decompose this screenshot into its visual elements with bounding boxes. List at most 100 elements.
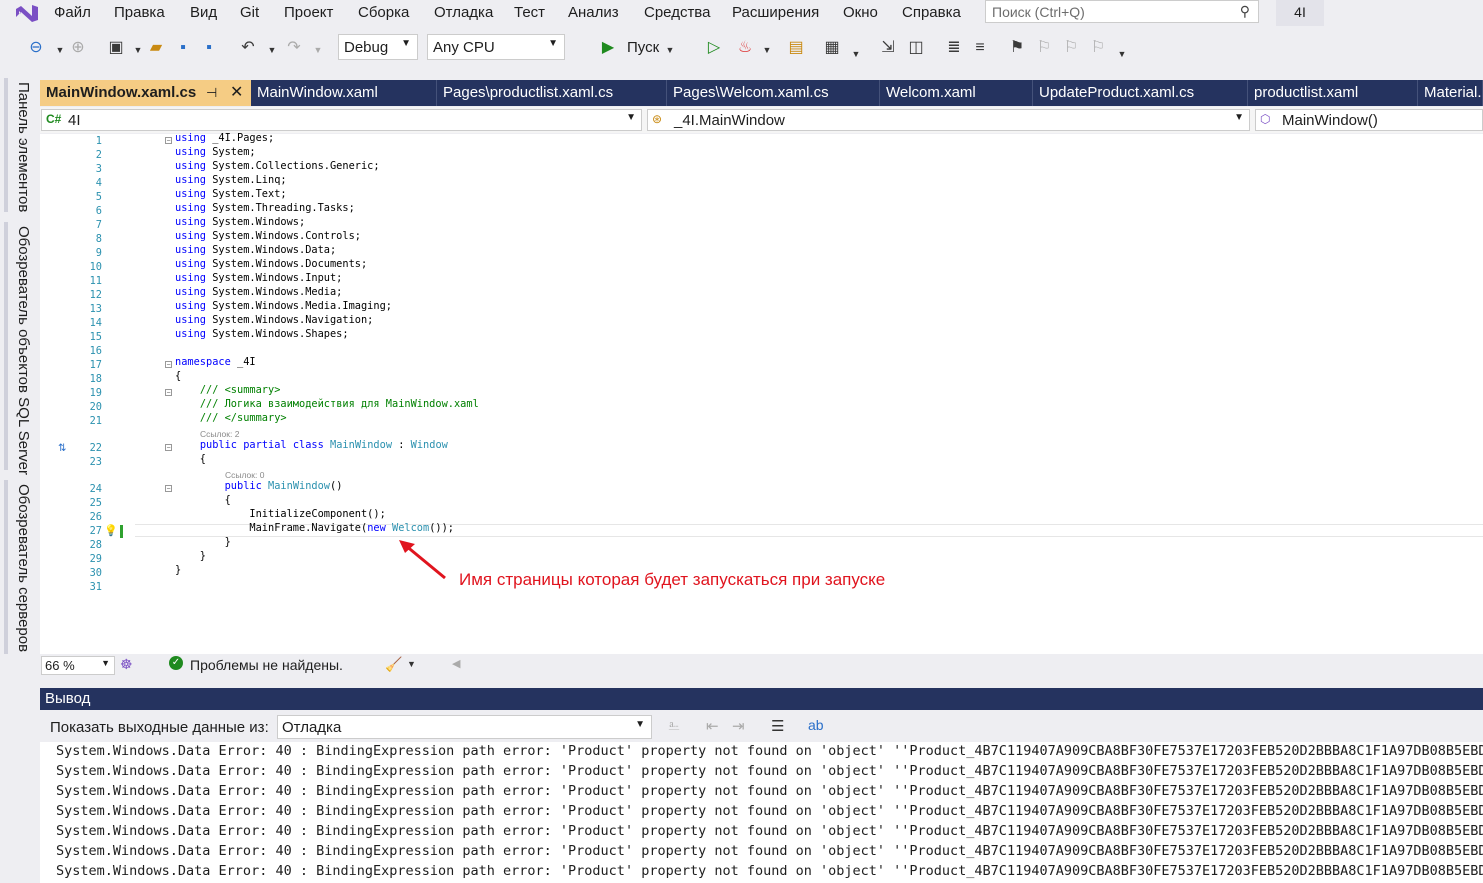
toolbar-overflow-icon[interactable]: ▼ <box>1112 44 1132 64</box>
collapse-icon[interactable]: − <box>165 361 172 369</box>
code-cleanup-icon[interactable]: 🧹 <box>385 656 402 673</box>
code-line[interactable]: using System.Collections.Generic; <box>175 160 380 172</box>
tab-welcom-xaml-cs[interactable]: Pages\Welcom.xaml.cs <box>667 80 880 106</box>
tab-mainwindow-xaml-cs[interactable]: MainWindow.xaml.cs ⊣ ✕ <box>40 80 251 106</box>
save-all-icon[interactable]: ▪ <box>199 38 219 58</box>
indent-icon[interactable]: ≡ <box>970 38 990 58</box>
start-icon[interactable]: ▶ <box>598 38 618 58</box>
tab-updateproduct-xaml-cs[interactable]: UpdateProduct.xaml.cs <box>1033 80 1248 106</box>
references-codelens[interactable]: Ссылок: 0 <box>225 470 264 480</box>
code-line[interactable]: using _4I.Pages; <box>175 132 274 144</box>
code-line[interactable]: using System.Windows.Shapes; <box>175 328 349 340</box>
clear-all-icon[interactable]: ☰ <box>771 717 784 735</box>
code-line[interactable]: using System.Windows.Documents; <box>175 258 367 270</box>
find-message-icon[interactable]: ⎁ <box>668 717 680 734</box>
code-line[interactable]: public MainWindow() <box>175 480 343 492</box>
code-line[interactable]: { <box>175 494 231 506</box>
hot-reload-dropdown-icon[interactable]: ▼ <box>757 40 777 60</box>
step-icon[interactable]: ⇲ <box>878 38 898 58</box>
tab-welcom-xaml[interactable]: Welcom.xaml <box>880 80 1033 106</box>
intellicode-icon[interactable]: ☸ <box>120 656 133 673</box>
code-line[interactable]: public partial class MainWindow : Window <box>175 439 448 451</box>
menu-item[interactable]: Сборка <box>358 4 409 21</box>
menu-item[interactable]: Справка <box>902 4 961 21</box>
word-wrap-icon[interactable]: ab <box>808 717 824 733</box>
new-project-icon[interactable]: ▣ <box>106 38 126 58</box>
tab-material[interactable]: Material. <box>1418 80 1483 106</box>
compare-icon[interactable]: ◫ <box>906 38 926 58</box>
references-codelens[interactable]: Ссылок: 2 <box>200 429 239 439</box>
tab-productlist-xaml-cs[interactable]: Pages\productlist.xaml.cs <box>437 80 667 106</box>
prev-message-icon[interactable]: ⇤ <box>706 717 719 735</box>
next-bookmark-icon[interactable]: ⚐ <box>1061 38 1081 58</box>
bookmark-icon[interactable]: ⚑ <box>1007 38 1027 58</box>
open-folder-icon[interactable]: ▰ <box>146 38 166 58</box>
menu-item[interactable]: Правка <box>114 4 165 21</box>
code-line[interactable]: } <box>175 550 206 562</box>
menu-item[interactable]: Тест <box>514 4 545 21</box>
code-line[interactable]: using System.Windows; <box>175 216 305 228</box>
collapse-icon[interactable]: − <box>165 485 172 493</box>
code-line[interactable]: namespace _4I <box>175 356 256 368</box>
code-line[interactable]: { <box>175 370 181 382</box>
back-icon[interactable]: ⊖ <box>26 38 46 58</box>
collapse-icon[interactable]: − <box>165 137 172 145</box>
output-text[interactable]: System.Windows.Data Error: 40 : BindingE… <box>40 742 1483 883</box>
save-icon[interactable]: ▪ <box>173 38 193 58</box>
redo-icon[interactable]: ↷ <box>284 38 304 58</box>
code-line[interactable]: using System.Text; <box>175 188 287 200</box>
zoom-select[interactable]: 66 % ▼ <box>41 656 115 675</box>
code-line[interactable]: using System.Linq; <box>175 174 287 186</box>
close-icon[interactable]: ✕ <box>230 80 243 106</box>
code-cleanup-dropdown-icon[interactable]: ▼ <box>407 659 416 669</box>
code-line[interactable]: /// </summary> <box>175 412 287 424</box>
platform-select[interactable]: Any CPU ▼ <box>427 34 565 60</box>
folder-view-icon[interactable]: ▤ <box>786 38 806 58</box>
search-input[interactable]: Поиск (Ctrl+Q) ⚲ <box>985 0 1259 23</box>
class-select[interactable]: ⊛ _4I.MainWindow ▼ <box>647 109 1250 131</box>
menu-item[interactable]: Расширения <box>732 4 819 21</box>
server-explorer-tab[interactable]: Обозреватель серверов <box>4 480 34 654</box>
hot-reload-icon[interactable]: ♨ <box>735 38 755 58</box>
start-without-debug-icon[interactable]: ▷ <box>704 38 724 58</box>
menu-item[interactable]: Анализ <box>568 4 619 21</box>
tab-productlist-xaml[interactable]: productlist.xaml <box>1248 80 1418 106</box>
code-line[interactable]: using System.Windows.Input; <box>175 272 342 284</box>
implementation-marker-icon[interactable]: ⇅ <box>58 443 66 454</box>
code-line[interactable]: InitializeComponent(); <box>175 508 385 520</box>
code-line[interactable]: using System.Windows.Media; <box>175 286 342 298</box>
redo-dropdown-icon[interactable]: ▼ <box>308 40 328 60</box>
menu-item[interactable]: Окно <box>843 4 878 21</box>
layout-dropdown-icon[interactable]: ▼ <box>846 44 866 64</box>
undo-dropdown-icon[interactable]: ▼ <box>262 40 282 60</box>
back-dropdown-icon[interactable]: ▼ <box>50 40 70 60</box>
output-source-select[interactable]: Отладка ▼ <box>277 715 652 739</box>
start-dropdown-icon[interactable]: ▼ <box>660 40 680 60</box>
collapse-icon[interactable]: − <box>165 444 172 452</box>
collapse-icon[interactable]: − <box>165 389 172 397</box>
menu-item[interactable]: Вид <box>190 4 217 21</box>
project-badge[interactable]: 4I <box>1276 0 1324 26</box>
lightbulb-icon[interactable]: 💡 <box>104 524 118 537</box>
pin-icon[interactable]: ⊣ <box>206 80 217 106</box>
config-select[interactable]: Debug ▼ <box>338 34 418 60</box>
forward-icon[interactable]: ⊕ <box>68 38 88 58</box>
menu-item[interactable]: Отладка <box>434 4 493 21</box>
code-line[interactable]: } <box>175 536 231 548</box>
code-line[interactable]: } <box>175 564 181 576</box>
search-icon[interactable]: ⚲ <box>1240 3 1250 20</box>
prev-bookmark-icon[interactable]: ⚐ <box>1034 38 1054 58</box>
code-line[interactable]: using System.Windows.Controls; <box>175 230 361 242</box>
problems-status[interactable]: Проблемы не найдены. <box>190 657 343 673</box>
code-line[interactable]: using System.Threading.Tasks; <box>175 202 355 214</box>
project-select[interactable]: C# 4I ▼ <box>41 109 642 131</box>
member-select[interactable]: ⬡ MainWindow() <box>1255 109 1483 131</box>
menu-item[interactable]: Git <box>240 4 259 21</box>
code-line[interactable]: /// Логика взаимодействия для MainWindow… <box>175 398 479 410</box>
layout-icon[interactable]: ▦ <box>822 38 842 58</box>
code-line[interactable]: using System.Windows.Navigation; <box>175 314 373 326</box>
code-editor[interactable]: 1 2 3 4 5 6 7 8 9 10 11 12 13 14 15 16 17 18 19 20 21 22 23 24 2… <box>40 132 1483 654</box>
next-message-icon[interactable]: ⇥ <box>732 717 745 735</box>
visual-studio-logo-icon[interactable] <box>14 3 40 23</box>
menu-item[interactable]: Файл <box>54 4 91 21</box>
